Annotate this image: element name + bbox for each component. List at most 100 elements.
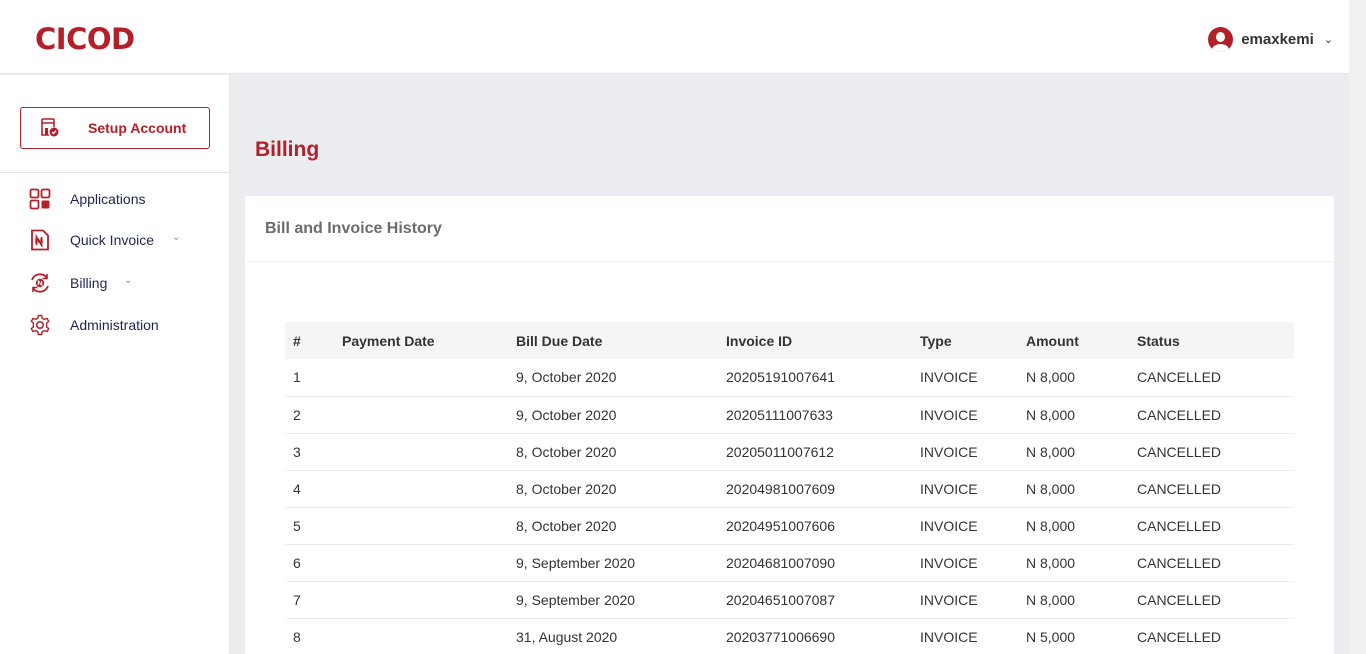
due-date-cell: 8, October 2020 [508,433,718,471]
column-header-invoice-id[interactable]: Invoice ID [718,322,912,359]
chevron-down-icon[interactable]: ⌄ [172,232,180,243]
chevron-down-icon[interactable]: ⌄ [1324,33,1333,46]
table-header-row: # Payment Date Bill Due Date Invoice ID … [285,322,1294,359]
row-number: 2 [285,396,334,434]
due-date-cell: 9, September 2020 [508,581,718,619]
amount-cell: N 8,000 [1018,359,1129,397]
amount-cell: N 5,000 [1026,628,1076,645]
card-title: Bill and Invoice History [265,220,442,237]
table-row[interactable]: 1 9, October 2020 20205191007641 INVOICE N 8… [285,359,1294,397]
table-row[interactable]: 6 9, September 2020 20204681007090 INVOICE N… [285,544,1294,582]
due-date-cell: 9, October 2020 [508,396,718,434]
sidebar-item-applications[interactable]: Applications [29,188,146,210]
chevron-down-icon[interactable]: ⌄ [124,275,132,286]
type-cell: INVOICE [912,507,1018,545]
row-number: 5 [285,507,334,545]
store-settings-icon [40,118,60,143]
due-date-cell: 8, October 2020 [508,470,718,508]
invoice-id-cell: 20204981007609 [718,470,912,508]
setup-account-label: Setup Account [88,120,187,136]
card-divider [245,261,1334,262]
due-date-cell: 8, October 2020 [508,507,718,545]
row-number: 1 [285,359,334,397]
type-cell: INVOICE [912,359,1018,397]
column-header-number[interactable]: # [285,322,334,359]
status-cell: CANCELLED [1129,470,1294,508]
username-label[interactable]: emaxkemi [1241,31,1314,48]
amount-cell: N 8,000 [1018,581,1129,619]
row-number: 4 [285,470,334,508]
payment-date-cell [334,618,508,654]
status-cell: CANCELLED [1137,628,1222,645]
due-date-cell: 9, October 2020 [508,359,718,397]
invoice-id-cell: 20205011007612 [718,433,912,471]
amount-cell: N 8,000 [1018,433,1129,471]
table-row[interactable]: 4 8, October 2020 20204981007609 INVOICE N 8… [285,470,1294,508]
table-row[interactable]: 2 9, October 2020 20205111007633 INVOICE N 8… [285,396,1294,434]
setup-account-button[interactable]: Setup Account [20,107,210,149]
status-cell: CANCELLED [1129,359,1294,397]
column-header-bill-due-date[interactable]: Bill Due Date [508,322,718,359]
sidebar-item-administration[interactable]: Administration [29,314,159,336]
status-cell: CANCELLED [1129,396,1294,434]
user-menu[interactable]: emaxkemi ⌄ [1208,27,1333,52]
page-title: Billing [255,138,320,161]
row-number: 3 [285,433,334,471]
type-cell: INVOICE [912,544,1018,582]
payment-date-cell [334,396,508,434]
invoice-id-cell: 20204651007087 [718,581,912,619]
status-cell: CANCELLED [1129,581,1294,619]
table-row[interactable]: 5 8, October 2020 20204951007606 INVOICE N 8… [285,507,1294,545]
status-cell: CANCELLED [1129,433,1294,471]
status-cell: CANCELLED [1129,507,1294,545]
column-header-amount[interactable]: Amount [1018,322,1129,359]
sidebar-item-billing[interactable]: Billing ⌄ [29,272,132,294]
invoice-id-cell: 20205111007633 [718,396,912,434]
cicod-logo[interactable]: CICOD [35,22,135,56]
invoice-id-cell: 20204951007606 [718,507,912,545]
row-number: 7 [285,581,334,619]
payment-date-cell [334,507,508,545]
sidebar-item-label: Applications [70,191,146,207]
column-header-payment-date[interactable]: Payment Date [334,322,508,359]
amount-cell: N 8,000 [1018,396,1129,434]
sidebar: Setup Account Applications Quick Invoice… [0,75,230,654]
table-row[interactable]: 7 9, September 2020 20204651007087 INVOICE N… [285,581,1294,619]
payment-date-cell [334,359,508,397]
page-scrollbar[interactable] [1349,0,1366,654]
payment-date-cell [334,544,508,582]
table-row[interactable]: 3 8, October 2020 20205011007612 INVOICE N 8… [285,433,1294,471]
sidebar-item-label: Quick Invoice [70,232,155,248]
invoice-id-cell: 20204681007090 [718,544,912,582]
gear-icon [29,314,51,336]
sidebar-divider [0,172,229,173]
payment-date-cell [334,433,508,471]
row-number: 6 [285,544,334,582]
sidebar-item-label: Administration [70,317,159,333]
column-header-type[interactable]: Type [912,322,1018,359]
amount-cell: N 8,000 [1018,507,1129,545]
applications-grid-icon [29,188,51,210]
top-header: CICOD emaxkemi ⌄ [0,0,1349,74]
type-cell: INVOICE [912,581,1018,619]
sidebar-item-quick-invoice[interactable]: Quick Invoice ⌄ [29,229,180,251]
type-cell: INVOICE [912,433,1018,471]
status-cell: CANCELLED [1129,544,1294,582]
avatar-icon[interactable] [1208,27,1234,52]
payment-date-cell [334,470,508,508]
due-date-cell: 9, September 2020 [508,544,718,582]
invoice-id-cell: 20205191007641 [718,359,912,397]
type-cell: INVOICE [912,470,1018,508]
table-row[interactable]: 8 31, August 2020 20203771006690 INVOICE N 5… [285,618,1294,654]
type-cell: INVOICE [912,396,1018,434]
invoice-table: # Payment Date Bill Due Date Invoice ID … [285,322,1294,654]
invoice-history-card: Bill and Invoice History # Payment Date … [245,196,1334,654]
invoice-id-cell: 20203771006690 [726,628,836,645]
invoice-naira-icon [29,229,51,251]
type-cell: INVOICE [920,628,978,645]
payment-date-cell [334,581,508,619]
sidebar-item-label: Billing [70,275,108,291]
row-number: 8 [293,628,301,645]
billing-cycle-icon [29,272,51,294]
column-header-status[interactable]: Status [1129,322,1294,359]
